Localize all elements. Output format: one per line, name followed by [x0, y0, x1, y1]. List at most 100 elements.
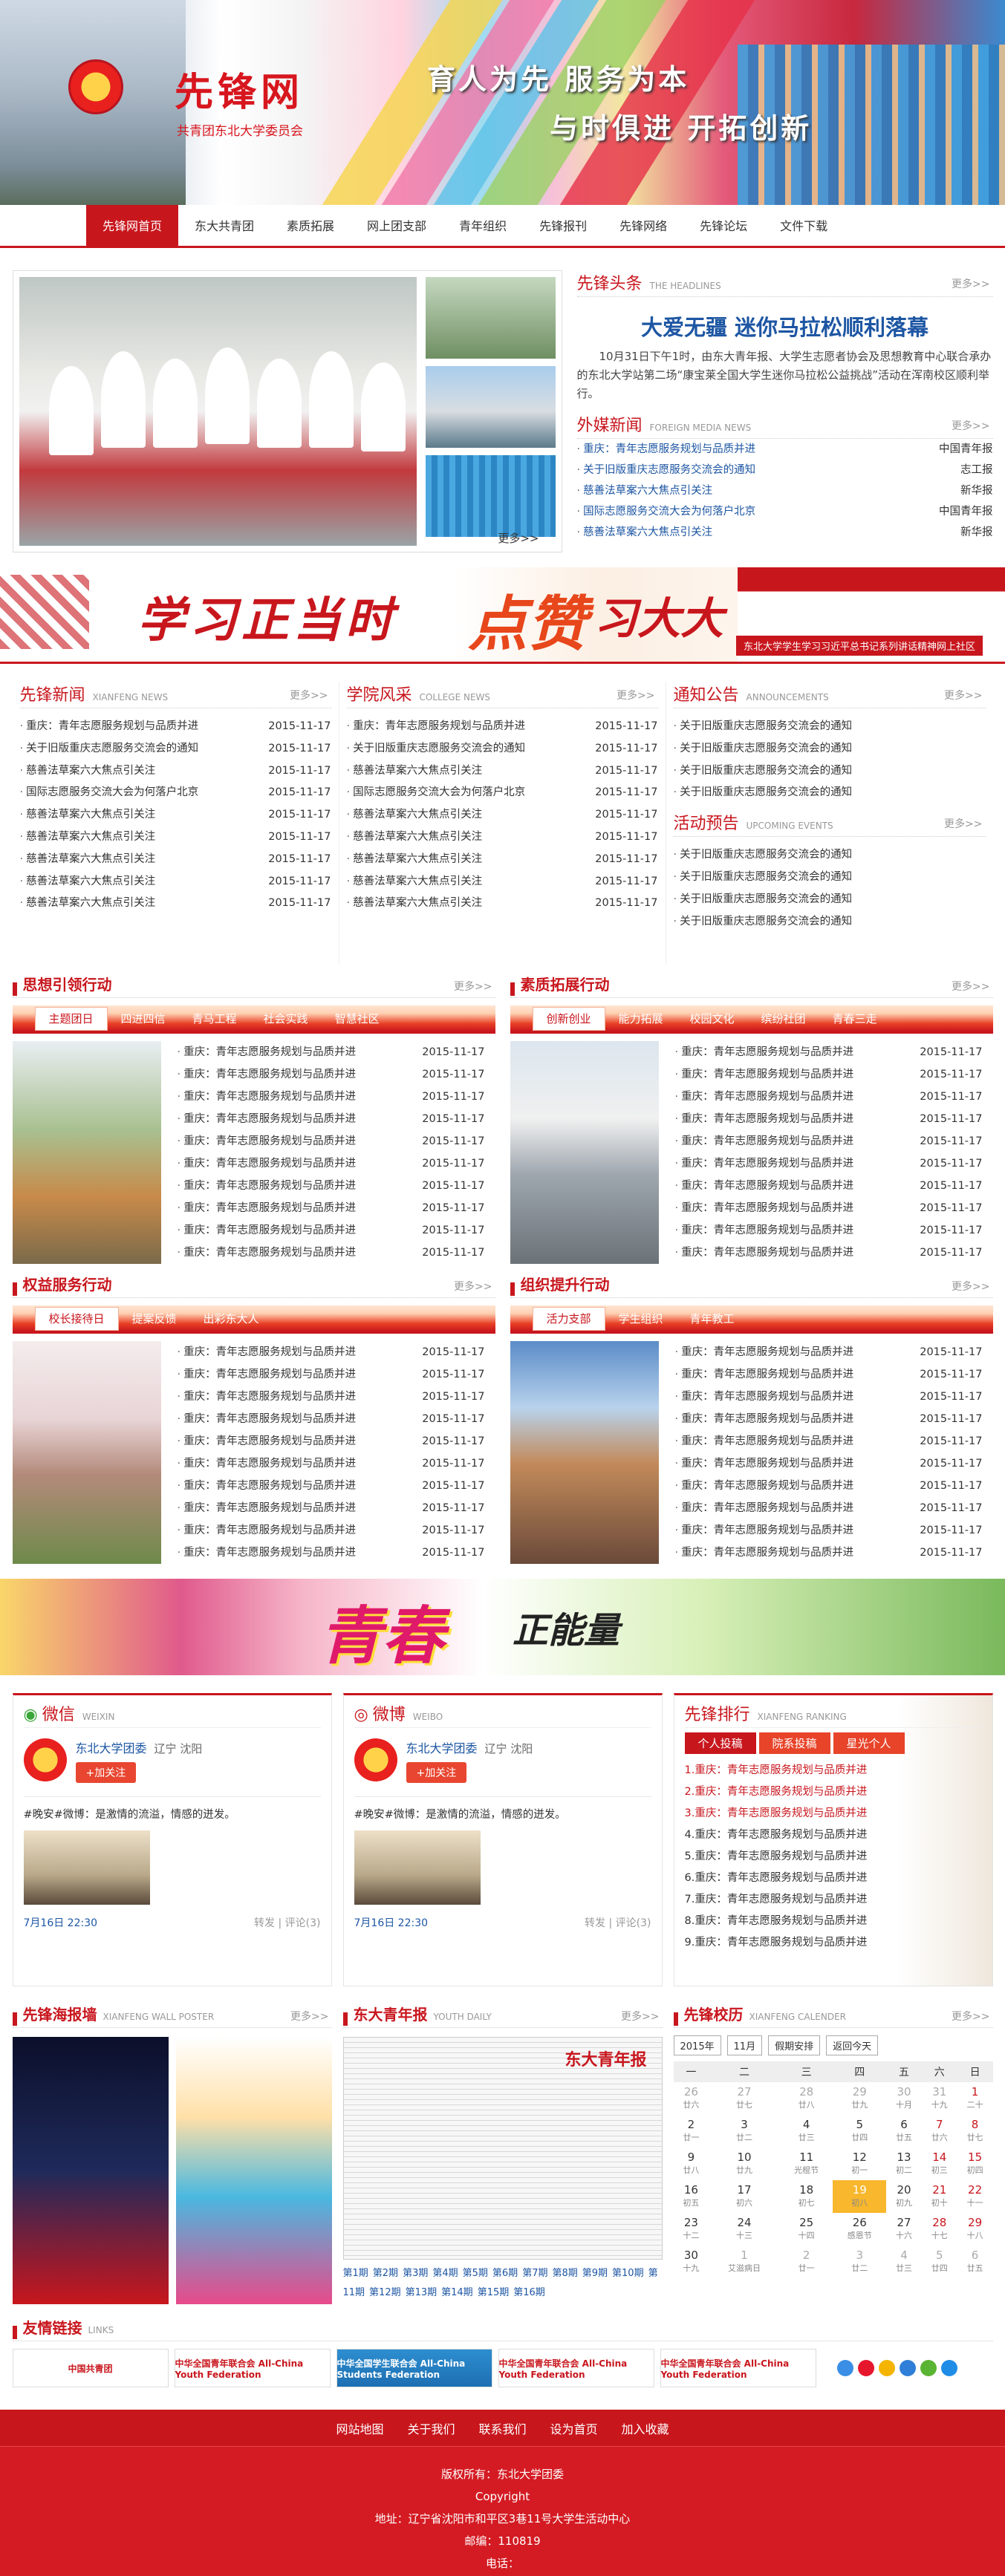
calendar-day[interactable]: 19 初八: [833, 2180, 887, 2213]
calendar-more-link[interactable]: 更多>>: [952, 2009, 989, 2024]
calendar-day[interactable]: 29 廿九: [833, 2082, 886, 2115]
rank-tab-college[interactable]: 院系投稿: [758, 1732, 830, 1754]
item-title[interactable]: 重庆：青年志愿服务规划与品质并进: [675, 1430, 853, 1452]
item-title[interactable]: 重庆：青年志愿服务规划与品质并进: [178, 1130, 356, 1152]
rights-more-link[interactable]: 更多>>: [454, 1279, 492, 1294]
section-tab[interactable]: 学生组织: [605, 1306, 677, 1331]
ranking-item[interactable]: 5.重庆：青年志愿服务规划与品质并进: [685, 1846, 982, 1868]
item-title[interactable]: 关于旧版重庆志愿服务交流会的通知: [674, 716, 852, 738]
follow-button[interactable]: +加关注: [75, 1762, 137, 1783]
calendar-day[interactable]: 21 初十: [922, 2180, 957, 2213]
section-tab[interactable]: 活力支部: [532, 1306, 605, 1331]
item-title[interactable]: 重庆：青年志愿服务规划与品质并进: [178, 1542, 356, 1564]
calendar-day[interactable]: 4 廿三: [780, 2115, 833, 2148]
ranking-item[interactable]: 1.重庆：青年志愿服务规划与品质并进: [685, 1760, 982, 1781]
list-item[interactable]: 重庆：青年志愿服务规划与品质并进 2015-11-17: [675, 1041, 982, 1063]
item-title[interactable]: 重庆：青年志愿服务规划与品质并进: [675, 1408, 853, 1430]
headlines-more-link[interactable]: 更多>>: [952, 276, 989, 291]
list-item[interactable]: 重庆：青年志愿服务规划与品质并进 2015-11-17: [675, 1130, 982, 1152]
footer-nav-link[interactable]: 设为首页: [550, 2419, 598, 2437]
comment-link[interactable]: 评论(3): [616, 1917, 651, 1929]
rank-tab-personal[interactable]: 个人投稿: [684, 1732, 756, 1754]
list-item[interactable]: 慈善法草案六大焦点引关注 2015-11-17: [347, 760, 657, 783]
list-item[interactable]: 关于旧版重庆志愿服务交流会的通知 2015-11-17: [20, 738, 331, 760]
ranking-item[interactable]: 2.重庆：青年志愿服务规划与品质并进: [685, 1781, 982, 1803]
list-item[interactable]: 重庆：青年志愿服务规划与品质并进 2015-11-17: [20, 716, 331, 738]
issue-link[interactable]: 第2期: [373, 2268, 398, 2279]
item-title[interactable]: 关于旧版重庆志愿服务交流会的通知: [674, 911, 852, 933]
ranking-item[interactable]: 3.重庆：青年志愿服务规划与品质并进: [685, 1803, 982, 1825]
list-item[interactable]: 重庆：青年志愿服务规划与品质并进 2015-11-17: [675, 1497, 982, 1519]
item-title[interactable]: 重庆：青年志愿服务规划与品质并进: [178, 1475, 356, 1497]
section-tab[interactable]: 校园文化: [677, 1006, 748, 1031]
list-item[interactable]: 慈善法草案六大焦点引关注 2015-11-17: [20, 760, 331, 783]
list-item[interactable]: 重庆：青年志愿服务规划与品质并进 2015-11-17: [178, 1430, 484, 1452]
today-button[interactable]: 返回今天: [826, 2035, 879, 2055]
link-acyf-3[interactable]: 中华全国青年联合会 All-China Youth Federation: [660, 2349, 816, 2387]
calendar-day[interactable]: 13 初二: [886, 2148, 922, 2180]
list-item[interactable]: 重庆：青年志愿服务规划与品质并进 2015-11-17: [178, 1063, 484, 1086]
rights-image[interactable]: [12, 1341, 161, 1564]
list-item[interactable]: 关于旧版重庆志愿服务交流会的通知: [674, 889, 986, 911]
list-item[interactable]: 重庆：青年志愿服务规划与品质并进 2015-11-17: [178, 1475, 484, 1497]
link-acyf-2[interactable]: 中华全国青年联合会 All-China Youth Federation: [498, 2349, 654, 2387]
qzone-share-icon[interactable]: [878, 2360, 895, 2376]
item-title[interactable]: 重庆：青年志愿服务规划与品质并进: [675, 1363, 853, 1386]
list-item[interactable]: 重庆：青年志愿服务规划与品质并进 2015-11-17: [178, 1086, 484, 1108]
list-item[interactable]: 重庆：青年志愿服务规划与品质并进 2015-11-17: [178, 1497, 484, 1519]
calendar-day[interactable]: 5 廿四: [833, 2115, 886, 2148]
item-title[interactable]: 慈善法草案六大焦点引关注: [347, 804, 482, 826]
list-item[interactable]: 重庆：青年志愿服务规划与品质并进 2015-11-17: [178, 1363, 484, 1386]
study-banner[interactable]: 学习正当时 点赞 习大大 东北大学学生学习习近平总书记系列讲话精神网上社区: [0, 567, 1005, 664]
section-tab[interactable]: 社会实践: [250, 1006, 322, 1031]
list-item[interactable]: 重庆：青年志愿服务规划与品质并进 2015-11-17: [675, 1242, 982, 1264]
list-item[interactable]: 国际志愿服务交流大会为何落户北京 2015-11-17: [20, 782, 331, 804]
calendar-day[interactable]: 14 初三: [922, 2148, 957, 2180]
photo-slider[interactable]: 更多>>: [12, 270, 562, 552]
newspaper-image[interactable]: 东大青年报: [342, 2037, 663, 2260]
item-title[interactable]: 重庆：青年志愿服务规划与品质并进: [675, 1452, 853, 1475]
section-tab[interactable]: 能力拓展: [605, 1006, 677, 1031]
item-title[interactable]: 重庆：青年志愿服务规划与品质并进: [675, 1497, 853, 1519]
list-item[interactable]: 重庆：青年志愿服务规划与品质并进 中国青年报: [577, 439, 992, 460]
league-logo-icon[interactable]: [68, 59, 123, 114]
org-more-link[interactable]: 更多>>: [952, 1279, 989, 1294]
item-title[interactable]: 重庆：青年志愿服务规划与品质并进: [675, 1086, 853, 1108]
avatar[interactable]: [354, 1738, 397, 1781]
calendar-day[interactable]: 28 廿八: [780, 2082, 833, 2115]
list-item[interactable]: 关于旧版重庆志愿服务交流会的通知: [674, 782, 986, 804]
tencent-share-icon[interactable]: [899, 2360, 916, 2376]
nav-item-org[interactable]: 青年组织: [443, 205, 523, 248]
list-item[interactable]: 重庆：青年志愿服务规划与品质并进 2015-11-17: [675, 1341, 982, 1363]
item-title[interactable]: 重庆：青年志愿服务规划与品质并进: [178, 1363, 356, 1386]
calendar-day[interactable]: 20 初九: [886, 2180, 922, 2213]
college-news-more-link[interactable]: 更多>>: [617, 688, 654, 702]
slide-main-image[interactable]: [19, 277, 417, 546]
calendar-day[interactable]: 3 廿二: [833, 2246, 886, 2278]
item-title[interactable]: 重庆：青年志愿服务规划与品质并进: [178, 1219, 356, 1242]
item-title[interactable]: 慈善法草案六大焦点引关注: [20, 849, 155, 871]
calendar-day[interactable]: 26 廿六: [674, 2082, 709, 2115]
year-select[interactable]: 2015年: [673, 2035, 721, 2055]
list-item[interactable]: 重庆：青年志愿服务规划与品质并进 2015-11-17: [675, 1408, 982, 1430]
list-item[interactable]: 慈善法草案六大焦点引关注 2015-11-17: [347, 826, 657, 849]
item-title[interactable]: 慈善法草案六大焦点引关注: [20, 826, 155, 849]
list-item[interactable]: 慈善法草案六大焦点引关注 新华报: [577, 480, 992, 501]
item-title[interactable]: 重庆：青年志愿服务规划与品质并进: [675, 1041, 853, 1063]
poster-image[interactable]: [175, 2037, 332, 2304]
list-item[interactable]: 关于旧版重庆志愿服务交流会的通知 2015-11-17: [347, 738, 657, 760]
calendar-day[interactable]: 11 光棍节: [780, 2148, 833, 2180]
calendar-day[interactable]: 12 初一: [833, 2148, 886, 2180]
headline-title[interactable]: 大爱无疆 迷你马拉松顺利落幕: [577, 310, 993, 342]
list-item[interactable]: 慈善法草案六大焦点引关注 2015-11-17: [20, 893, 331, 915]
list-item[interactable]: 重庆：青年志愿服务规划与品质并进 2015-11-17: [675, 1386, 982, 1408]
list-item[interactable]: 重庆：青年志愿服务规划与品质并进 2015-11-17: [178, 1219, 484, 1242]
item-title[interactable]: 关于旧版重庆志愿服务交流会的通知: [674, 760, 852, 783]
nav-item-network[interactable]: 先锋网络: [603, 205, 683, 248]
calendar-day[interactable]: 31 十九: [922, 2082, 957, 2115]
list-item[interactable]: 重庆：青年志愿服务规划与品质并进 2015-11-17: [178, 1197, 484, 1219]
repost-link[interactable]: 转发: [254, 1917, 275, 1929]
list-item[interactable]: 重庆：青年志愿服务规划与品质并进 2015-11-17: [178, 1242, 484, 1264]
list-item[interactable]: 慈善法草案六大焦点引关注 新华报: [577, 522, 992, 543]
nav-item-press[interactable]: 先锋报刊: [523, 205, 603, 248]
